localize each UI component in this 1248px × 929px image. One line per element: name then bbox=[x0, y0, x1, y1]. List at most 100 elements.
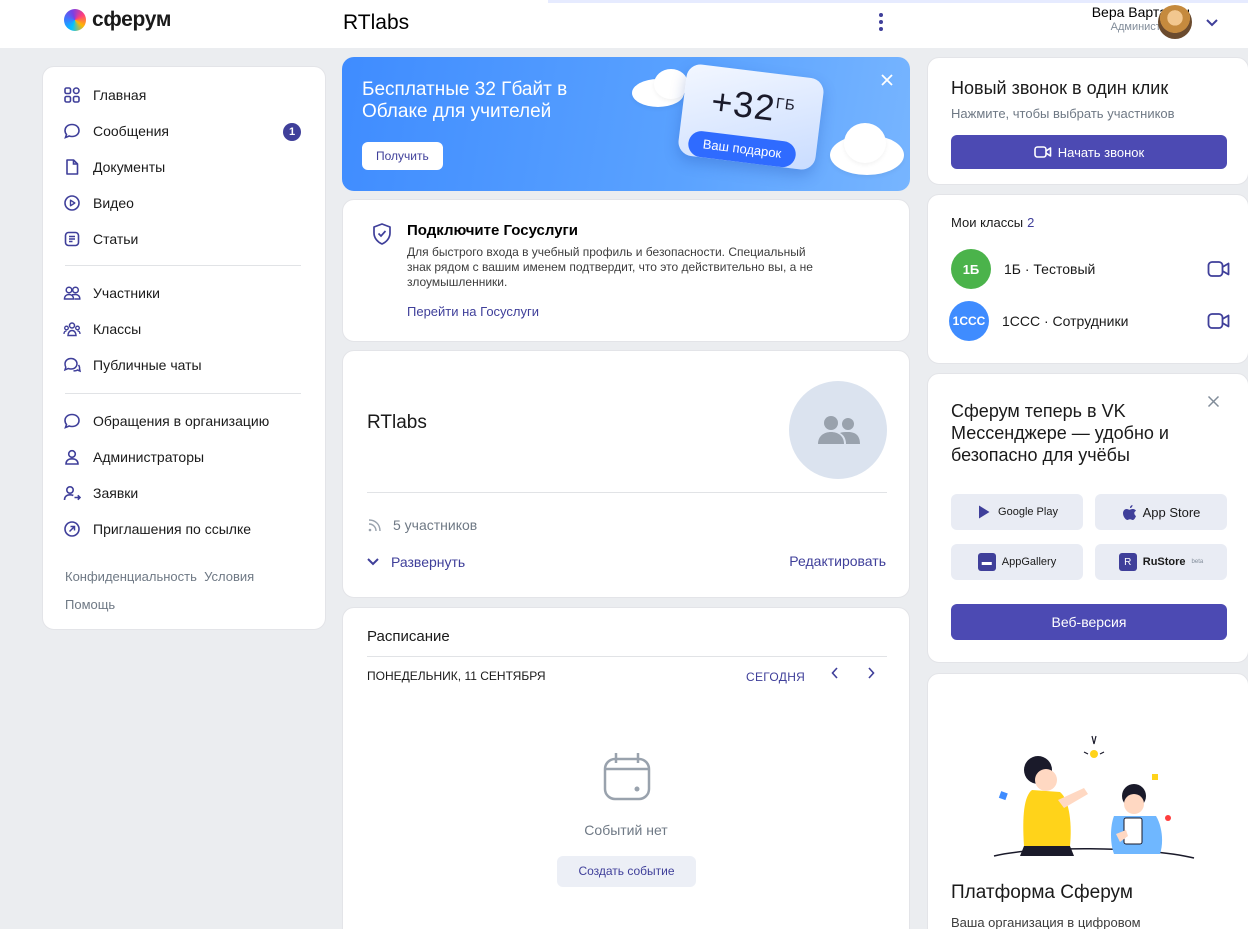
class-row[interactable]: 1Б 1Б · Тестовый bbox=[951, 249, 1231, 289]
sidebar-item-video[interactable]: Видео bbox=[53, 187, 315, 219]
group-avatar-icon bbox=[818, 416, 860, 444]
gift-chip: Ваш подарок bbox=[686, 129, 798, 169]
store-label: AppGallery bbox=[1001, 556, 1057, 568]
sidebar-item-articles[interactable]: Статьи bbox=[53, 223, 315, 255]
schedule-card: Расписание ПОНЕДЕЛЬНИК, 11 СЕНТЯБРЯ СЕГО… bbox=[342, 607, 910, 929]
terms-link[interactable]: Условия bbox=[204, 569, 254, 584]
sidebar-item-invites[interactable]: Приглашения по ссылке bbox=[53, 513, 315, 545]
apple-icon bbox=[1122, 504, 1136, 520]
messenger-title: Сферум теперь в VK Мессенджере — удобно … bbox=[951, 401, 1169, 465]
sidebar-item-label: Документы bbox=[93, 159, 166, 175]
sferum-logo-icon bbox=[64, 9, 86, 31]
edit-button[interactable]: Редактировать bbox=[789, 553, 886, 569]
close-icon[interactable] bbox=[1207, 392, 1220, 413]
sidebar-item-label: Публичные чаты bbox=[93, 357, 202, 373]
gosuslugi-title: Подключите Госуслуги bbox=[407, 222, 579, 239]
sidebar-item-public-chats[interactable]: Публичные чаты bbox=[53, 349, 315, 381]
organization-card: RTlabs 5 участников Развернуть Редактиро… bbox=[342, 350, 910, 598]
class-name: 1ССС · Сотрудники bbox=[1002, 313, 1129, 329]
sidebar-item-label: Участники bbox=[93, 285, 160, 301]
google-play-button[interactable]: Google Play bbox=[951, 494, 1083, 530]
organization-divider bbox=[367, 492, 887, 493]
user-icon bbox=[65, 449, 79, 465]
expand-label: Развернуть bbox=[391, 554, 466, 570]
appgallery-icon: ▬ bbox=[977, 553, 996, 571]
close-icon[interactable] bbox=[880, 71, 894, 92]
video-camera-icon[interactable] bbox=[1207, 312, 1231, 330]
rustore-button[interactable]: R RuStore beta bbox=[1095, 544, 1227, 580]
start-call-button[interactable]: Начать звонок bbox=[951, 135, 1227, 169]
class-avatar: 1ССС bbox=[949, 301, 989, 341]
platform-subtitle: Ваша организация в цифровом bbox=[951, 915, 1141, 929]
sidebar: Главная Сообщения 1 Документы Видео Стат… bbox=[42, 66, 326, 630]
chevron-left-icon[interactable] bbox=[831, 666, 839, 684]
sidebar-item-label: Главная bbox=[93, 87, 147, 103]
shield-check-icon bbox=[373, 223, 391, 245]
help-link[interactable]: Помощь bbox=[65, 597, 115, 612]
sidebar-item-label: Классы bbox=[93, 321, 142, 337]
gosuslugi-link[interactable]: Перейти на Госуслуги bbox=[407, 304, 539, 319]
classes-title: Мои классы 2 bbox=[951, 215, 1035, 230]
logo[interactable]: сферум bbox=[64, 8, 171, 32]
video-camera-icon[interactable] bbox=[1207, 260, 1231, 278]
sidebar-item-messages[interactable]: Сообщения 1 bbox=[53, 115, 315, 147]
avatar[interactable] bbox=[1158, 5, 1192, 39]
appgallery-button[interactable]: ▬ AppGallery bbox=[951, 544, 1083, 580]
cloud-promo-banner: Бесплатные 32 Гбайт в Облаке для учителе… bbox=[342, 57, 910, 191]
sidebar-item-label: Видео bbox=[93, 195, 134, 211]
rustore-icon: R bbox=[1118, 553, 1137, 571]
web-version-button[interactable]: Веб-версия bbox=[951, 604, 1227, 640]
app-store-button[interactable]: App Store bbox=[1095, 494, 1227, 530]
classes-icon bbox=[63, 322, 81, 337]
sidebar-item-home[interactable]: Главная bbox=[53, 79, 315, 111]
chevron-right-icon[interactable] bbox=[867, 666, 875, 684]
article-icon bbox=[64, 231, 80, 247]
members-count[interactable]: 5 участников bbox=[367, 517, 477, 533]
calendar-icon bbox=[603, 753, 651, 801]
video-camera-icon bbox=[1033, 146, 1052, 158]
no-events-text: Событий нет bbox=[584, 822, 668, 838]
cloud-decor bbox=[844, 123, 886, 163]
gosuslugi-description: Для быстрого входа в учебный профиль и б… bbox=[407, 245, 813, 289]
privacy-link[interactable]: Конфиденциальность bbox=[65, 569, 197, 584]
promo-title: Бесплатные 32 Гбайт в Облаке для учителе… bbox=[362, 79, 568, 122]
sidebar-item-classes[interactable]: Классы bbox=[53, 313, 315, 345]
store-label: RuStore bbox=[1142, 556, 1186, 568]
footer-links: Конфиденциальность Условия bbox=[65, 569, 254, 584]
logo-text: сферум bbox=[92, 8, 172, 31]
public-chat-icon bbox=[63, 357, 81, 373]
sidebar-item-label: Администраторы bbox=[93, 449, 205, 465]
classes-count: 2 bbox=[1027, 215, 1035, 230]
sidebar-item-documents[interactable]: Документы bbox=[53, 151, 315, 183]
sidebar-item-requests[interactable]: Заявки bbox=[53, 477, 315, 509]
video-play-icon bbox=[64, 195, 80, 211]
sidebar-item-appeals[interactable]: Обращения в организацию bbox=[53, 405, 315, 437]
user-request-icon bbox=[63, 485, 81, 501]
nav-divider bbox=[65, 393, 301, 394]
sidebar-item-label: Приглашения по ссылке bbox=[93, 521, 252, 537]
teachers-illustration bbox=[993, 735, 1195, 859]
top-bar: сферум RTlabs Вера Вартанян Администрато… bbox=[0, 0, 1248, 48]
document-icon bbox=[66, 159, 79, 175]
nav-divider bbox=[65, 265, 301, 266]
class-avatar: 1Б bbox=[951, 249, 991, 289]
expand-button[interactable]: Развернуть bbox=[367, 554, 465, 570]
sidebar-item-members[interactable]: Участники bbox=[53, 277, 315, 309]
sidebar-item-admins[interactable]: Администраторы bbox=[53, 441, 315, 473]
call-title: Новый звонок в один клик bbox=[951, 78, 1169, 98]
today-button[interactable]: СЕГОДНЯ bbox=[746, 670, 805, 684]
beta-tag: beta bbox=[1191, 559, 1204, 565]
class-name: 1Б · Тестовый bbox=[1004, 261, 1096, 277]
sidebar-item-label: Статьи bbox=[93, 231, 139, 247]
chevron-down-icon[interactable] bbox=[1206, 14, 1218, 30]
organization-avatar[interactable] bbox=[789, 381, 887, 479]
store-label: Google Play bbox=[998, 506, 1058, 518]
chat-icon bbox=[64, 123, 80, 139]
more-menu-icon[interactable] bbox=[872, 10, 890, 34]
class-row[interactable]: 1ССС 1ССС · Сотрудники bbox=[949, 301, 1231, 341]
create-event-button[interactable]: Создать событие bbox=[557, 856, 696, 887]
get-button[interactable]: Получить bbox=[362, 142, 443, 170]
schedule-divider bbox=[367, 656, 887, 657]
store-label: App Store bbox=[1142, 504, 1201, 520]
home-grid-icon bbox=[64, 87, 80, 103]
